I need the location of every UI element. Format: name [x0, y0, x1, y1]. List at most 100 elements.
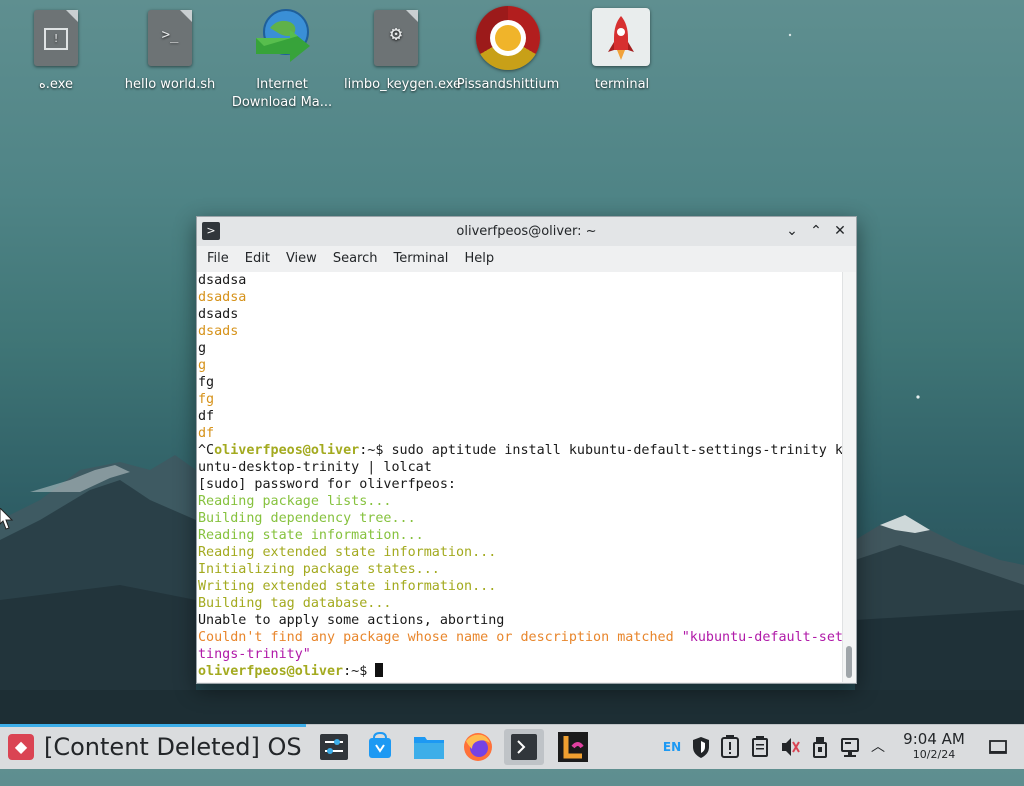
- terminal-line: dsads: [198, 307, 239, 322]
- taskbar-app-discover[interactable]: [360, 729, 400, 765]
- firefox-icon: [464, 733, 492, 761]
- menu-search[interactable]: Search: [325, 246, 386, 272]
- konsole-icon: [511, 734, 537, 760]
- prompt-path: :~$: [359, 443, 392, 458]
- terminal-output[interactable]: dsadsa dsadsa dsads dsads g g fg fg df d…: [197, 272, 842, 682]
- lolcat-app-icon: [558, 732, 588, 762]
- tray-expand-button[interactable]: ︿: [866, 725, 890, 769]
- desktop-icon-exe[interactable]: ! ﻩ.exe: [4, 6, 108, 94]
- chevron-up-icon: ︿: [871, 739, 885, 755]
- terminal-line: g: [198, 341, 207, 356]
- menu-file[interactable]: File: [199, 246, 237, 272]
- taskbar-app-lolcat[interactable]: [554, 729, 594, 765]
- network-wired-icon: [841, 738, 859, 757]
- interrupt-marker: ^C: [198, 443, 215, 458]
- terminal-line: g: [198, 358, 207, 373]
- desktop-icon-pissandshittium[interactable]: Pissandshittium: [456, 6, 560, 94]
- close-button[interactable]: ✕: [828, 217, 852, 246]
- window-titlebar[interactable]: > oliverfpeos@oliver: ~ ⌄ ⌃ ✕: [197, 217, 856, 246]
- mouse-pointer-icon: [0, 508, 14, 530]
- tray-clipboard[interactable]: [748, 725, 772, 769]
- taskbar-app-firefox[interactable]: [458, 729, 498, 765]
- desktop-icon-label: Internet Download Ma...: [231, 77, 333, 110]
- tray-notifications[interactable]: [718, 725, 742, 769]
- terminal-line: dsadsa: [198, 273, 247, 288]
- desktop-icon-hello-world[interactable]: >_ hello world.sh: [118, 6, 222, 94]
- prompt-path: :~$: [343, 664, 376, 679]
- progress-line: Reading state information...: [198, 528, 424, 543]
- command-text-wrapped: untu-desktop-trinity | lolcat: [198, 460, 432, 475]
- internet-download-manager-icon: [256, 9, 310, 62]
- notification-alert-icon: [721, 735, 739, 758]
- tray-security[interactable]: [689, 725, 713, 769]
- software-center-icon: [369, 731, 391, 758]
- final-prompt-line: oliverfpeos@oliver:~$: [197, 663, 842, 680]
- progress-line: Writing extended state information...: [198, 579, 497, 594]
- desktop-icon-label: Pissandshittium: [456, 77, 560, 92]
- terminal-scrollbar[interactable]: [842, 272, 856, 682]
- error-detail-line: tings-trinity": [198, 647, 311, 662]
- clock-time: 9:04 AM: [903, 730, 965, 748]
- desktop-icon-label: ﻩ.exe: [38, 77, 73, 92]
- exe-gear-file-icon: ⚙: [374, 10, 418, 66]
- taskbar-app-settings[interactable]: [314, 729, 354, 765]
- command-text: sudo aptitude install kubuntu-default-se…: [391, 443, 843, 458]
- launcher-icon: ◆: [8, 734, 34, 760]
- progress-line: Initializing package states...: [198, 562, 440, 577]
- desktop-icon-label: hello world.sh: [124, 77, 216, 92]
- error-detail-text: Couldn't find any package whose name or …: [198, 630, 682, 645]
- clock-date: 10/2/24: [912, 748, 956, 761]
- tray-volume[interactable]: [778, 725, 802, 769]
- desktop-icon-label: limbo_keygen.exe: [344, 77, 462, 92]
- launcher-label: [Content Deleted] OS: [44, 733, 302, 761]
- desktop-icon-limbo-keygen[interactable]: ⚙ limbo_keygen.exe: [344, 6, 462, 94]
- usb-device-icon: [813, 737, 827, 758]
- taskbar: ◆ [Content Deleted] OS EN ︿ 9:04 AM 10/2…: [0, 724, 1024, 769]
- menu-edit[interactable]: Edit: [237, 246, 278, 272]
- menu-view[interactable]: View: [278, 246, 325, 272]
- terminal-line: dsadsa: [198, 290, 247, 305]
- terminal-window[interactable]: > oliverfpeos@oliver: ~ ⌄ ⌃ ✕ File Edit …: [196, 216, 857, 684]
- show-desktop-button[interactable]: [984, 725, 1012, 769]
- desktop-icon-terminal[interactable]: terminal: [570, 6, 674, 94]
- shield-icon: [693, 737, 709, 758]
- keyboard-layout-indicator[interactable]: EN: [660, 725, 684, 769]
- terminal-line: df: [198, 409, 215, 424]
- taskbar-app-dolphin[interactable]: [409, 729, 449, 765]
- desktop-icon-idm[interactable]: Internet Download Ma...: [230, 6, 334, 112]
- close-icon: ✕: [834, 223, 846, 239]
- progress-line: Building dependency tree...: [198, 511, 416, 526]
- prompt-user: oliverfpeos@oliver: [214, 443, 360, 458]
- maximize-button[interactable]: ⌃: [804, 217, 828, 246]
- terminal-line: df: [198, 426, 215, 441]
- file-manager-icon: [414, 737, 444, 759]
- error-line: Unable to apply some actions, aborting: [198, 613, 505, 628]
- menu-bar: File Edit View Search Terminal Help: [197, 246, 856, 272]
- tray-device[interactable]: [808, 725, 832, 769]
- show-desktop-icon: [989, 740, 1007, 754]
- minimize-button[interactable]: ⌄: [780, 217, 804, 246]
- menu-help[interactable]: Help: [456, 246, 502, 272]
- taskbar-app-konsole[interactable]: [504, 729, 544, 765]
- exe-file-icon: !: [34, 10, 78, 66]
- terminal-line: fg: [198, 392, 215, 407]
- progress-line: Building tag database...: [198, 596, 392, 611]
- chromium-icon: [476, 6, 540, 70]
- tray-network[interactable]: [838, 725, 862, 769]
- clipboard-icon: [752, 736, 768, 757]
- volume-muted-icon: [782, 738, 800, 756]
- shell-script-icon: >_: [148, 10, 192, 66]
- sudo-password-prompt: [sudo] password for oliverfpeos:: [198, 477, 456, 492]
- error-detail-line: Couldn't find any package whose name or …: [197, 629, 842, 646]
- system-settings-icon: [320, 734, 348, 760]
- scrollbar-thumb[interactable]: [846, 646, 852, 678]
- application-launcher[interactable]: ◆ [Content Deleted] OS: [0, 725, 308, 769]
- command-prompt-line: ^Coliverfpeos@oliver:~$ sudo aptitude in…: [197, 442, 842, 459]
- digital-clock[interactable]: 9:04 AM 10/2/24: [896, 731, 972, 763]
- terminal-line: dsads: [198, 324, 239, 339]
- menu-terminal[interactable]: Terminal: [385, 246, 456, 272]
- chevron-down-icon: ⌄: [786, 223, 798, 239]
- rocket-app-icon: [592, 8, 650, 66]
- progress-line: Reading package lists...: [198, 494, 392, 509]
- terminal-line: fg: [198, 375, 215, 390]
